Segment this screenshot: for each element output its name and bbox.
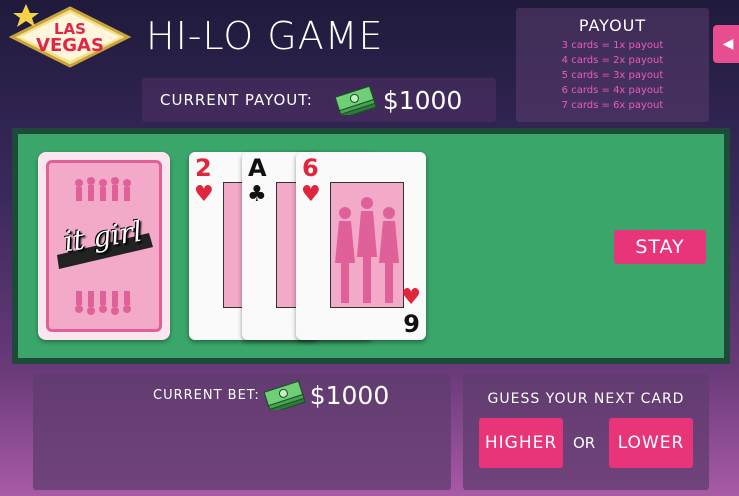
- current-payout-bar: CURRENT PAYOUT: $1000: [142, 78, 496, 122]
- cash-stack-icon: [263, 380, 306, 410]
- payout-title: PAYOUT: [578, 16, 647, 35]
- payout-line: 6 cards = 4x payout: [561, 85, 664, 96]
- deck-card-back[interactable]: it girl: [38, 152, 170, 340]
- payout-line: 4 cards = 2x payout: [561, 55, 664, 66]
- payout-line: 5 cards = 3x payout: [561, 70, 664, 81]
- or-label: OR: [573, 434, 596, 452]
- current-bet-amount: $1000: [309, 380, 390, 410]
- current-payout-amount: $1000: [382, 85, 463, 115]
- card-rank: 2: [195, 154, 212, 182]
- guess-title: GUESS YOUR NEXT CARD: [487, 391, 685, 407]
- played-card: 6 ♥ ♥ 9: [296, 152, 426, 340]
- payout-table: PAYOUT 3 cards = 1x payout 4 cards = 2x …: [516, 8, 709, 122]
- stay-button[interactable]: STAY: [614, 230, 706, 264]
- side-menu-tab[interactable]: ◀: [713, 25, 739, 63]
- card-rank: A: [248, 154, 267, 182]
- las-vegas-logo: LAS VEGAS: [6, 4, 134, 70]
- card-rank: 6: [302, 154, 319, 182]
- higher-button[interactable]: HIGHER: [479, 418, 563, 468]
- heart-icon: ♥: [301, 182, 321, 207]
- current-payout-label: CURRENT PAYOUT:: [160, 91, 313, 109]
- left-arrow-icon: ◀: [722, 36, 734, 52]
- page-title: HI-LO GAME: [146, 14, 384, 58]
- heart-icon: ♥: [401, 285, 421, 310]
- logo-line2: VEGAS: [36, 35, 104, 56]
- payout-line: 7 cards = 6x payout: [561, 100, 664, 111]
- card-corner-rank: 9: [403, 310, 420, 338]
- current-bet-label: CURRENT BET:: [153, 387, 260, 403]
- payout-line: 3 cards = 1x payout: [561, 40, 664, 51]
- club-icon: ♣: [247, 182, 267, 207]
- lower-button[interactable]: LOWER: [609, 418, 693, 468]
- current-bet-panel: CURRENT BET: $1000: [33, 374, 451, 490]
- cash-stack-icon: [334, 85, 377, 115]
- heart-icon: ♥: [194, 182, 214, 207]
- card-art: [330, 182, 404, 308]
